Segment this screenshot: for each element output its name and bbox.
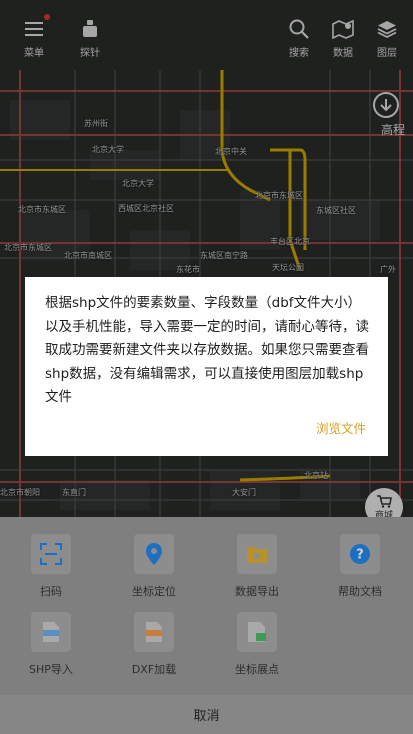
data-export-label: 数据导出	[235, 585, 279, 598]
dxf-file-icon	[146, 622, 162, 642]
svg-text:?: ?	[356, 548, 364, 563]
coordinate-points-label: 坐标展点	[235, 663, 279, 676]
cancel-button[interactable]: 取消	[0, 695, 413, 734]
shp-import-item[interactable]: SHP导入	[11, 612, 91, 677]
coordinate-locate-label: 坐标定位	[132, 585, 176, 598]
coordinate-locate-item[interactable]: 坐标定位	[114, 534, 194, 599]
help-icon: ?	[350, 544, 370, 564]
help-docs-item[interactable]: ? 帮助文档	[320, 534, 400, 599]
browse-files-button[interactable]: 浏览文件	[316, 418, 366, 437]
coordinate-points-item[interactable]: 坐标展点	[217, 612, 297, 677]
shp-file-icon	[43, 622, 59, 642]
dialog-message: 根据shp文件的要素数量、字段数量（dbf文件大小）以及手机性能，导入需要一定的…	[45, 295, 369, 405]
shp-import-info-dialog: 根据shp文件的要素数量、字段数量（dbf文件大小）以及手机性能，导入需要一定的…	[25, 277, 388, 456]
export-icon	[247, 547, 267, 563]
scan-label: 扫码	[40, 585, 62, 598]
scan-item[interactable]: 扫码	[11, 534, 91, 599]
tools-bottom-sheet: 扫码 坐标定位 数据导出 ? 帮助文档 SHP导入 DXF加载 坐标展点 取消	[0, 517, 413, 734]
location-pin-icon	[146, 543, 162, 565]
data-export-item[interactable]: 数据导出	[217, 534, 297, 599]
dxf-load-item[interactable]: DXF加载	[114, 612, 194, 677]
dxf-load-label: DXF加载	[131, 663, 177, 676]
scan-icon	[40, 543, 62, 565]
help-docs-label: 帮助文档	[338, 585, 382, 598]
shp-import-label: SHP导入	[29, 663, 73, 676]
coordinate-points-icon	[248, 622, 266, 642]
